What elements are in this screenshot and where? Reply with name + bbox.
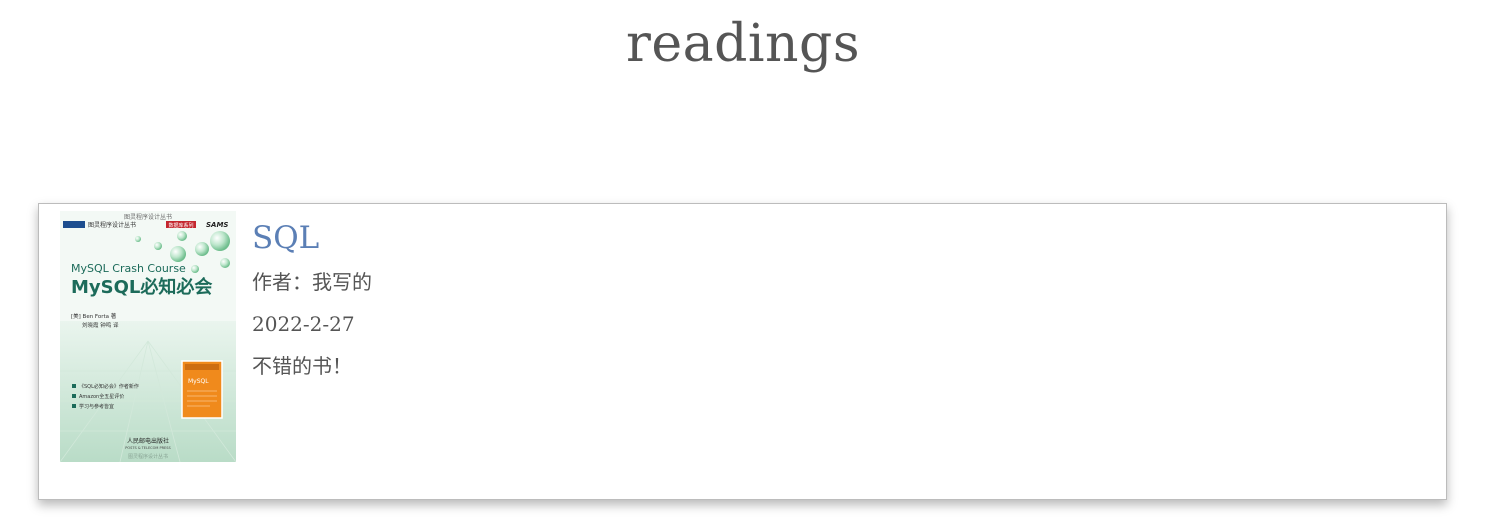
cover-bullet-3: 学习与参考皆宜	[79, 403, 114, 410]
svg-text:图灵程序设计丛书: 图灵程序设计丛书	[128, 453, 168, 460]
book-title-link[interactable]: SQL	[252, 220, 372, 256]
cover-author: [美] Ben Forta 著	[71, 312, 117, 320]
page-title: readings	[625, 14, 860, 74]
cover-publisher-en: POSTS & TELECOM PRESS	[125, 446, 171, 450]
cover-series: 图灵程序设计丛书	[88, 221, 136, 229]
cover-bullet-1: 《SQL必知必会》作者新作	[79, 383, 139, 390]
cover-inset-title: MySQL	[188, 378, 209, 385]
cover-en-title: MySQL Crash Course	[71, 262, 186, 275]
book-info: SQL 作者：我写的 2022-2-27 不错的书！	[252, 220, 372, 396]
cover-translator: 刘晓霞 钟鸣 译	[82, 321, 119, 329]
book-date: 2022-2-27	[252, 312, 355, 336]
cover-publisher: 人民邮电出版社	[127, 437, 169, 445]
book-review: 不错的书！	[252, 354, 352, 378]
cover-cn-title: MySQL必知必会	[71, 276, 212, 298]
book-cover-image[interactable]: 图灵程序设计丛书 图灵程序设计丛书 数据库系列 SAMS MySQL Crash…	[60, 211, 236, 462]
cover-bullet-2: Amazon全五星评价	[79, 393, 124, 400]
book-author: 作者：我写的	[252, 270, 372, 294]
author-label: 作者：	[252, 270, 312, 294]
cover-series-badge: 数据库系列	[168, 222, 193, 229]
book-card: 图灵程序设计丛书 图灵程序设计丛书 数据库系列 SAMS MySQL Crash…	[38, 203, 1447, 500]
cover-brand: SAMS	[206, 221, 228, 229]
svg-text:图灵程序设计丛书: 图灵程序设计丛书	[124, 213, 172, 221]
author-value: 我写的	[312, 270, 372, 294]
